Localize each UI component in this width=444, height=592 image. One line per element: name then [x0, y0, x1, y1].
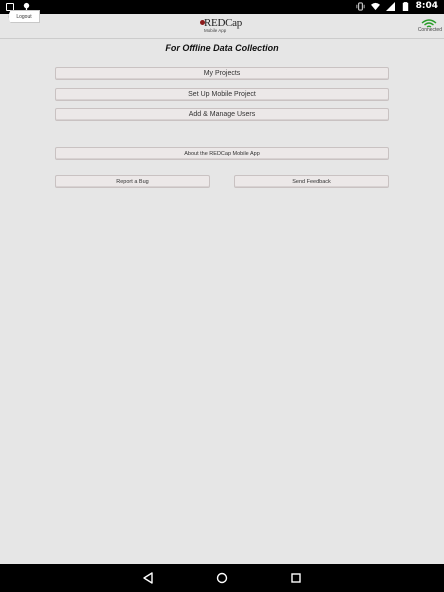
- logo-subtitle: Mobile App: [204, 28, 227, 33]
- send-feedback-button[interactable]: Send Feedback: [234, 175, 389, 188]
- home-icon[interactable]: [215, 571, 229, 585]
- signal-icon: [385, 1, 395, 11]
- navigation-bar: [0, 564, 444, 592]
- back-icon[interactable]: [141, 571, 155, 585]
- logout-button[interactable]: Logout: [8, 10, 40, 23]
- setup-mobile-project-button[interactable]: Set Up Mobile Project: [55, 88, 389, 101]
- my-projects-button[interactable]: My Projects: [55, 67, 389, 80]
- report-bug-button[interactable]: Report a Bug: [55, 175, 210, 188]
- connection-status: Connected: [417, 27, 442, 33]
- page-tagline: For Offline Data Collection: [165, 43, 279, 53]
- battery-icon: [402, 1, 408, 11]
- vibrate-icon: [356, 1, 365, 11]
- status-time: 8:04: [415, 1, 438, 11]
- connection-indicator: Connected: [416, 19, 442, 35]
- add-manage-users-button[interactable]: Add & Manage Users: [55, 108, 389, 121]
- header-divider: [0, 38, 444, 39]
- wifi-icon: [370, 2, 380, 10]
- recents-icon[interactable]: [289, 571, 303, 585]
- redcap-logo: REDCap Mobile App: [200, 17, 250, 37]
- status-bar: 8:04: [0, 0, 444, 14]
- image-icon: [6, 2, 14, 11]
- bolt-icon: [23, 2, 30, 11]
- about-app-button[interactable]: About the REDCap Mobile App: [55, 147, 389, 160]
